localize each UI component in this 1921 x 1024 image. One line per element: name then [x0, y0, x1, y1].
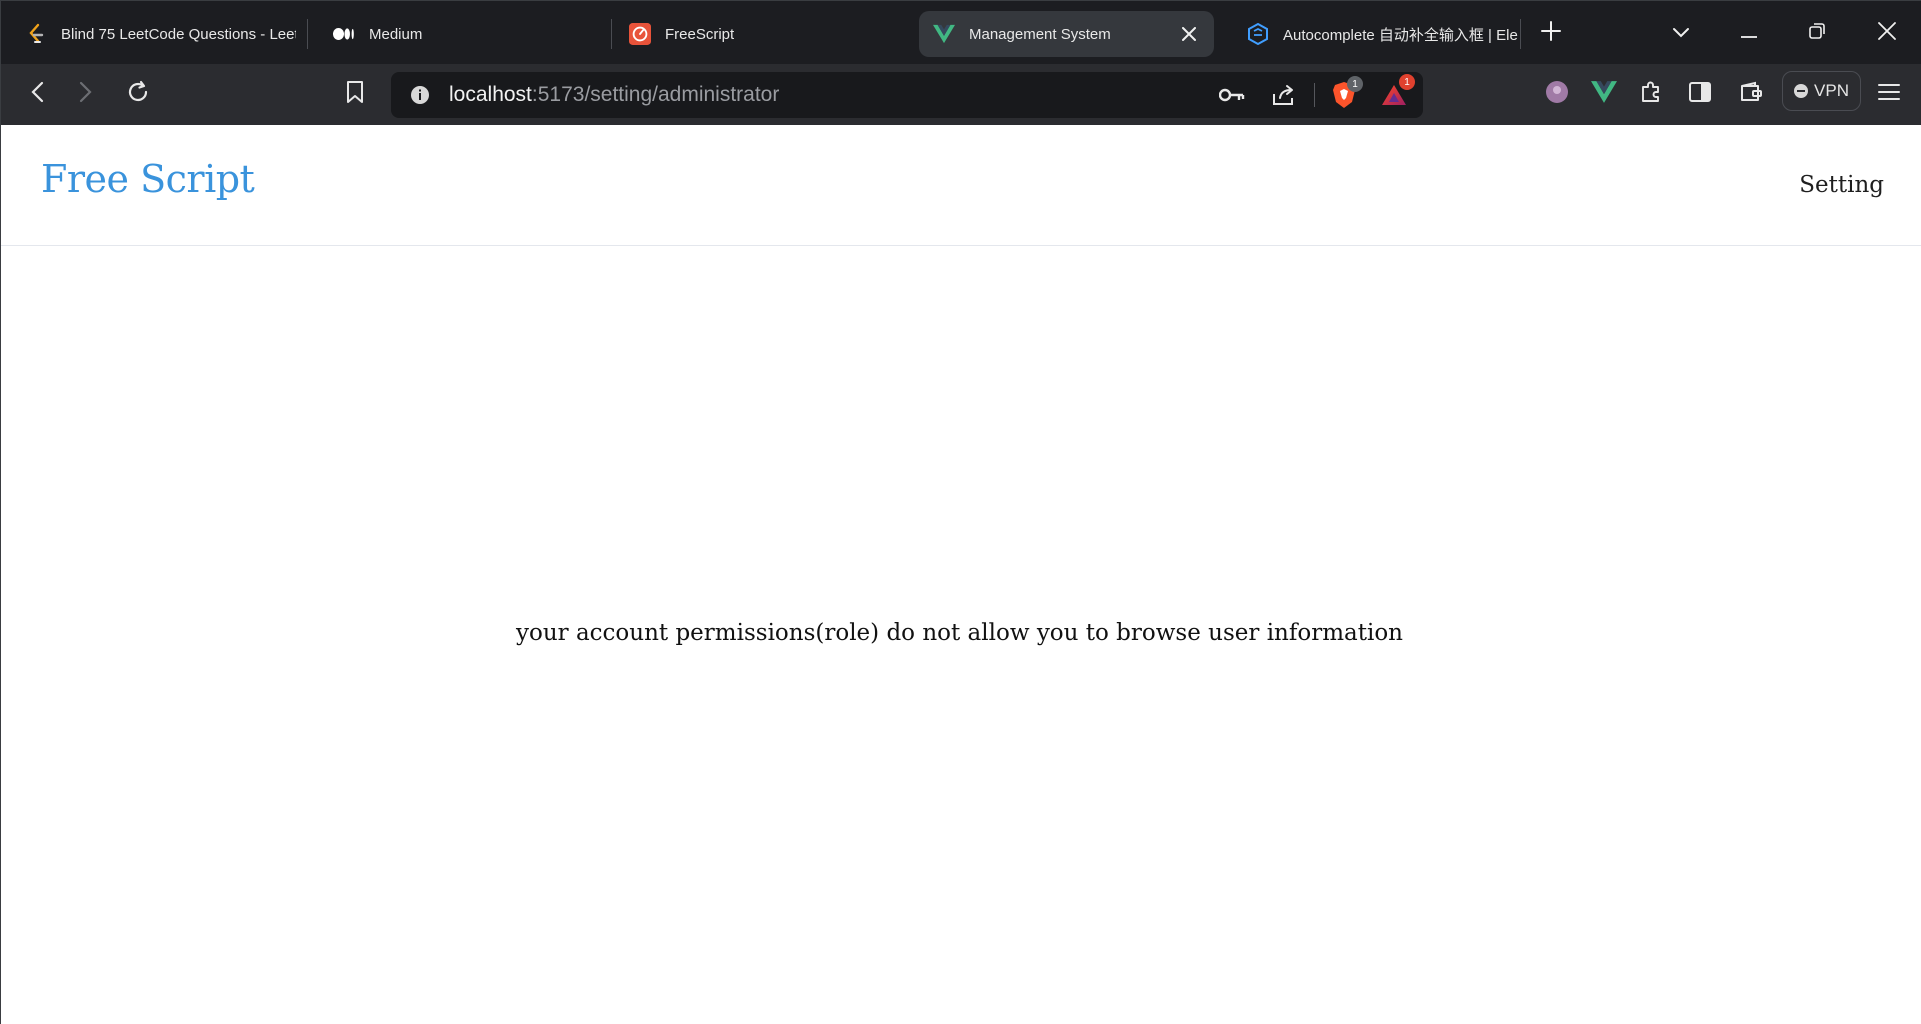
vpn-label: VPN — [1814, 81, 1849, 100]
brave-rewards-icon[interactable]: 1 — [1379, 74, 1415, 110]
minimize-icon — [1740, 24, 1758, 43]
tab-strip: Blind 75 LeetCode Questions - Leetc Medi… — [1, 1, 1921, 64]
hamburger-menu-icon — [1878, 83, 1900, 105]
minimize-button[interactable] — [1733, 17, 1765, 49]
restore-button[interactable] — [1801, 17, 1833, 49]
vpn-status-icon — [1794, 84, 1809, 98]
url-text[interactable]: localhost:5173/setting/administrator — [449, 83, 779, 107]
close-icon — [1878, 22, 1896, 44]
nav-setting-link[interactable]: Setting — [1799, 172, 1884, 198]
tab-separator — [307, 19, 308, 49]
tab-search-button[interactable] — [1665, 17, 1697, 49]
address-bar-separator — [1314, 83, 1315, 107]
url-path: :5173/setting/administrator — [531, 83, 780, 106]
vue-icon — [933, 23, 955, 45]
permission-denied-text: your account permissions(role) do not al… — [516, 620, 1403, 646]
brand-logo[interactable]: Free Script — [41, 157, 255, 201]
reload-button[interactable] — [120, 76, 156, 112]
extension-profile-button[interactable] — [1539, 76, 1575, 112]
address-bar[interactable]: localhost:5173/setting/administrator 1 1 — [391, 72, 1423, 118]
brave-shields-icon[interactable]: 1 — [1329, 76, 1363, 110]
new-tab-button[interactable] — [1535, 17, 1567, 49]
brave-rewards-badge: 1 — [1399, 74, 1415, 90]
forward-button[interactable] — [68, 76, 104, 112]
vue-devtools-button[interactable] — [1586, 76, 1622, 112]
tab-freescript[interactable]: FreeScript — [605, 11, 905, 57]
sidebar-button[interactable] — [1682, 76, 1718, 112]
url-host: localhost — [449, 83, 532, 106]
chevron-down-icon — [1672, 24, 1690, 43]
plus-icon — [1541, 21, 1561, 45]
app-header: Free Script Setting — [1, 125, 1921, 246]
tab-title: Management System — [969, 25, 1111, 43]
browser-window: Blind 75 LeetCode Questions - Leetc Medi… — [0, 0, 1921, 1024]
vue-icon — [1591, 81, 1617, 107]
arrow-left-icon — [29, 81, 45, 107]
tab-leetcode[interactable]: Blind 75 LeetCode Questions - Leetc — [1, 11, 307, 57]
browser-toolbar: localhost:5173/setting/administrator 1 1 — [1, 64, 1921, 125]
menu-button[interactable] — [1871, 76, 1907, 112]
arrow-right-icon — [78, 81, 94, 107]
puzzle-icon — [1639, 80, 1663, 108]
leetcode-icon — [25, 23, 47, 45]
close-tab-icon[interactable] — [1178, 23, 1200, 45]
sidebar-icon — [1688, 81, 1712, 107]
bookmark-button[interactable] — [337, 76, 373, 112]
tab-management-system[interactable]: Management System — [919, 11, 1214, 57]
tab-title: Autocomplete 自动补全输入框 | Ele — [1283, 26, 1518, 44]
vpn-button[interactable]: VPN — [1782, 71, 1861, 111]
key-icon[interactable] — [1217, 80, 1247, 110]
restore-icon — [1808, 22, 1826, 44]
tab-title: Medium — [369, 25, 423, 43]
tab-element-autocomplete[interactable]: Autocomplete 自动补全输入框 | Ele — [1223, 11, 1521, 57]
element-icon — [1247, 23, 1269, 45]
site-info-icon[interactable] — [405, 80, 435, 110]
share-icon[interactable] — [1269, 80, 1299, 110]
wallet-icon — [1739, 81, 1763, 107]
reload-icon — [126, 80, 150, 108]
brave-shields-badge: 1 — [1347, 76, 1363, 92]
tab-title: FreeScript — [665, 25, 735, 43]
extension-avatar-icon — [1545, 80, 1569, 108]
permission-denied-message: your account permissions(role) do not al… — [1, 620, 1921, 646]
close-window-button[interactable] — [1871, 17, 1903, 49]
extensions-button[interactable] — [1633, 76, 1669, 112]
bookmark-icon — [346, 80, 364, 108]
back-button[interactable] — [19, 76, 55, 112]
tab-separator — [1520, 19, 1521, 49]
page-content: Free Script Setting your account permiss… — [1, 125, 1921, 1024]
tab-medium[interactable]: Medium — [309, 11, 609, 57]
wallet-button[interactable] — [1733, 76, 1769, 112]
freescript-icon — [629, 23, 651, 45]
tab-title: Blind 75 LeetCode Questions - Leetc — [61, 25, 296, 43]
medium-icon — [333, 23, 355, 45]
